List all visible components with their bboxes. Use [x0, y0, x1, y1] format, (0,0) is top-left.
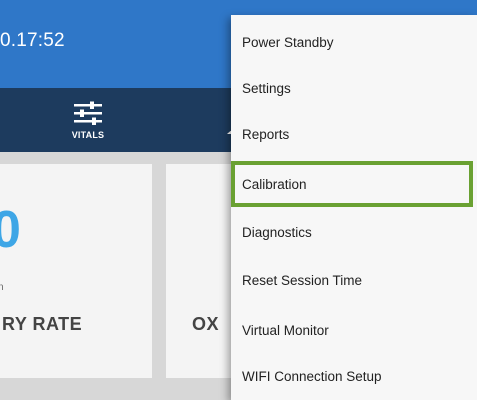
tab-vitals[interactable]: VITALS: [40, 88, 136, 152]
menu-item-diagnostics[interactable]: Diagnostics: [231, 209, 477, 255]
menu-item-power-standby[interactable]: Power Standby: [231, 19, 477, 65]
menu-item-calibration[interactable]: Calibration: [231, 161, 473, 207]
respiratory-rate-unit: n: [0, 282, 4, 293]
menu-item-settings[interactable]: Settings: [231, 65, 477, 111]
oxygen-title: OX: [192, 314, 220, 334]
sliders-icon: [74, 101, 102, 125]
menu-item-reports[interactable]: Reports: [231, 111, 477, 157]
respiratory-rate-card[interactable]: 0 n RY RATE: [0, 164, 152, 378]
respiratory-rate-value: 0: [0, 201, 21, 259]
menu-item-virtual-monitor[interactable]: Virtual Monitor: [231, 307, 477, 353]
menu-item-wifi-connection-setup[interactable]: WIFI Connection Setup: [231, 353, 477, 399]
options-menu: Power Standby Settings Reports Calibrati…: [231, 15, 477, 400]
respiratory-rate-title: RY RATE: [2, 314, 83, 334]
menu-item-reset-session-time[interactable]: Reset Session Time: [231, 257, 477, 303]
tab-vitals-label: VITALS: [71, 129, 105, 140]
clock-time: 0.17:52: [0, 30, 65, 51]
